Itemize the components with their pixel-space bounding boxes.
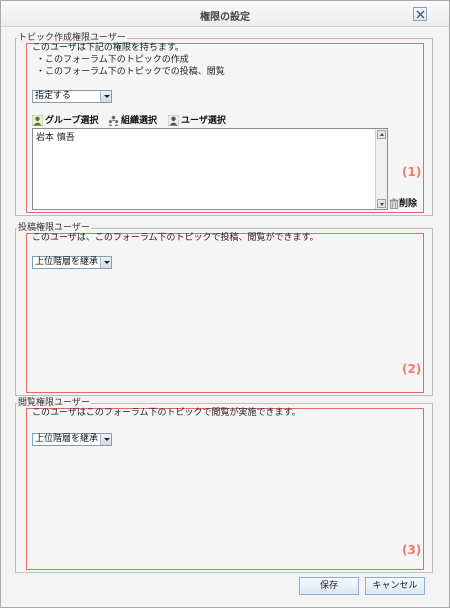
user-icon [168,115,179,126]
chevron-down-icon [100,434,111,445]
view-desc: このユーザはこのフォーラム下のトピックで閲覧が実施できます。 [32,408,301,418]
chevron-down-icon [100,91,111,102]
post-select-value: 上位階層を継承 [35,257,99,267]
user-select-label: ユーザ選択 [181,116,226,126]
post-desc: このユーザは、このフォーラム下のトピックで投稿、閲覧ができます。 [32,233,319,243]
save-button[interactable]: 保存 [299,577,359,595]
view-select[interactable]: 上位階層を継承 [32,433,112,446]
org-select-label: 組織選択 [121,116,158,126]
org-select-link[interactable]: 組織選択 [108,113,157,126]
close-icon [416,10,425,19]
section-marker-1: (1) [402,165,422,179]
post-select[interactable]: 上位階層を継承 [32,256,112,269]
topic-create-desc-1: このユーザは下記の権限を持ちます。 [32,43,184,53]
delete-link[interactable]: 削除 [389,196,417,209]
close-button[interactable] [413,7,427,21]
trash-icon [389,198,399,209]
section-marker-2: (2) [402,362,422,376]
group-select-label: グループ選択 [45,116,99,126]
scroll-up-button[interactable] [377,130,386,139]
scroll-down-button[interactable] [377,199,386,208]
list-item[interactable]: 岩本 慎吾 [36,130,75,143]
permission-dialog: 権限の設定 トピック作成権限ユーザー このユーザは下記の権限を持ちます。 ・この… [0,0,450,608]
cancel-button[interactable]: キャンセル [365,577,425,595]
topic-create-select-value: 指定する [35,91,72,101]
topic-create-desc-3: ・このフォーラム下のトピックでの投稿、閲覧 [36,67,225,77]
group-icon [32,115,43,126]
organization-icon [108,115,119,126]
view-select-value: 上位階層を継承 [35,434,99,444]
topic-create-select[interactable]: 指定する [32,90,112,103]
section-marker-3: (3) [402,543,422,557]
delete-label: 削除 [399,199,418,209]
dialog-titlebar: 権限の設定 [1,1,449,27]
scrollbar[interactable] [375,129,387,209]
view-section: 閲覧権限ユーザー このユーザはこのフォーラム下のトピックで閲覧が実施できます。 … [15,398,433,573]
chevron-down-icon [100,257,111,268]
topic-create-section: トピック作成権限ユーザー このユーザは下記の権限を持ちます。 ・このフォーラム下… [15,33,433,216]
topic-create-desc-2: ・このフォーラム下のトピックの作成 [36,55,189,65]
user-select-link[interactable]: ユーザ選択 [168,113,226,126]
selected-users-list[interactable]: 岩本 慎吾 [32,128,388,210]
group-select-link[interactable]: グループ選択 [32,113,98,126]
dialog-title: 権限の設定 [200,12,250,23]
post-section: 投稿権限ユーザー このユーザは、このフォーラム下のトピックで投稿、閲覧ができます… [15,223,433,396]
